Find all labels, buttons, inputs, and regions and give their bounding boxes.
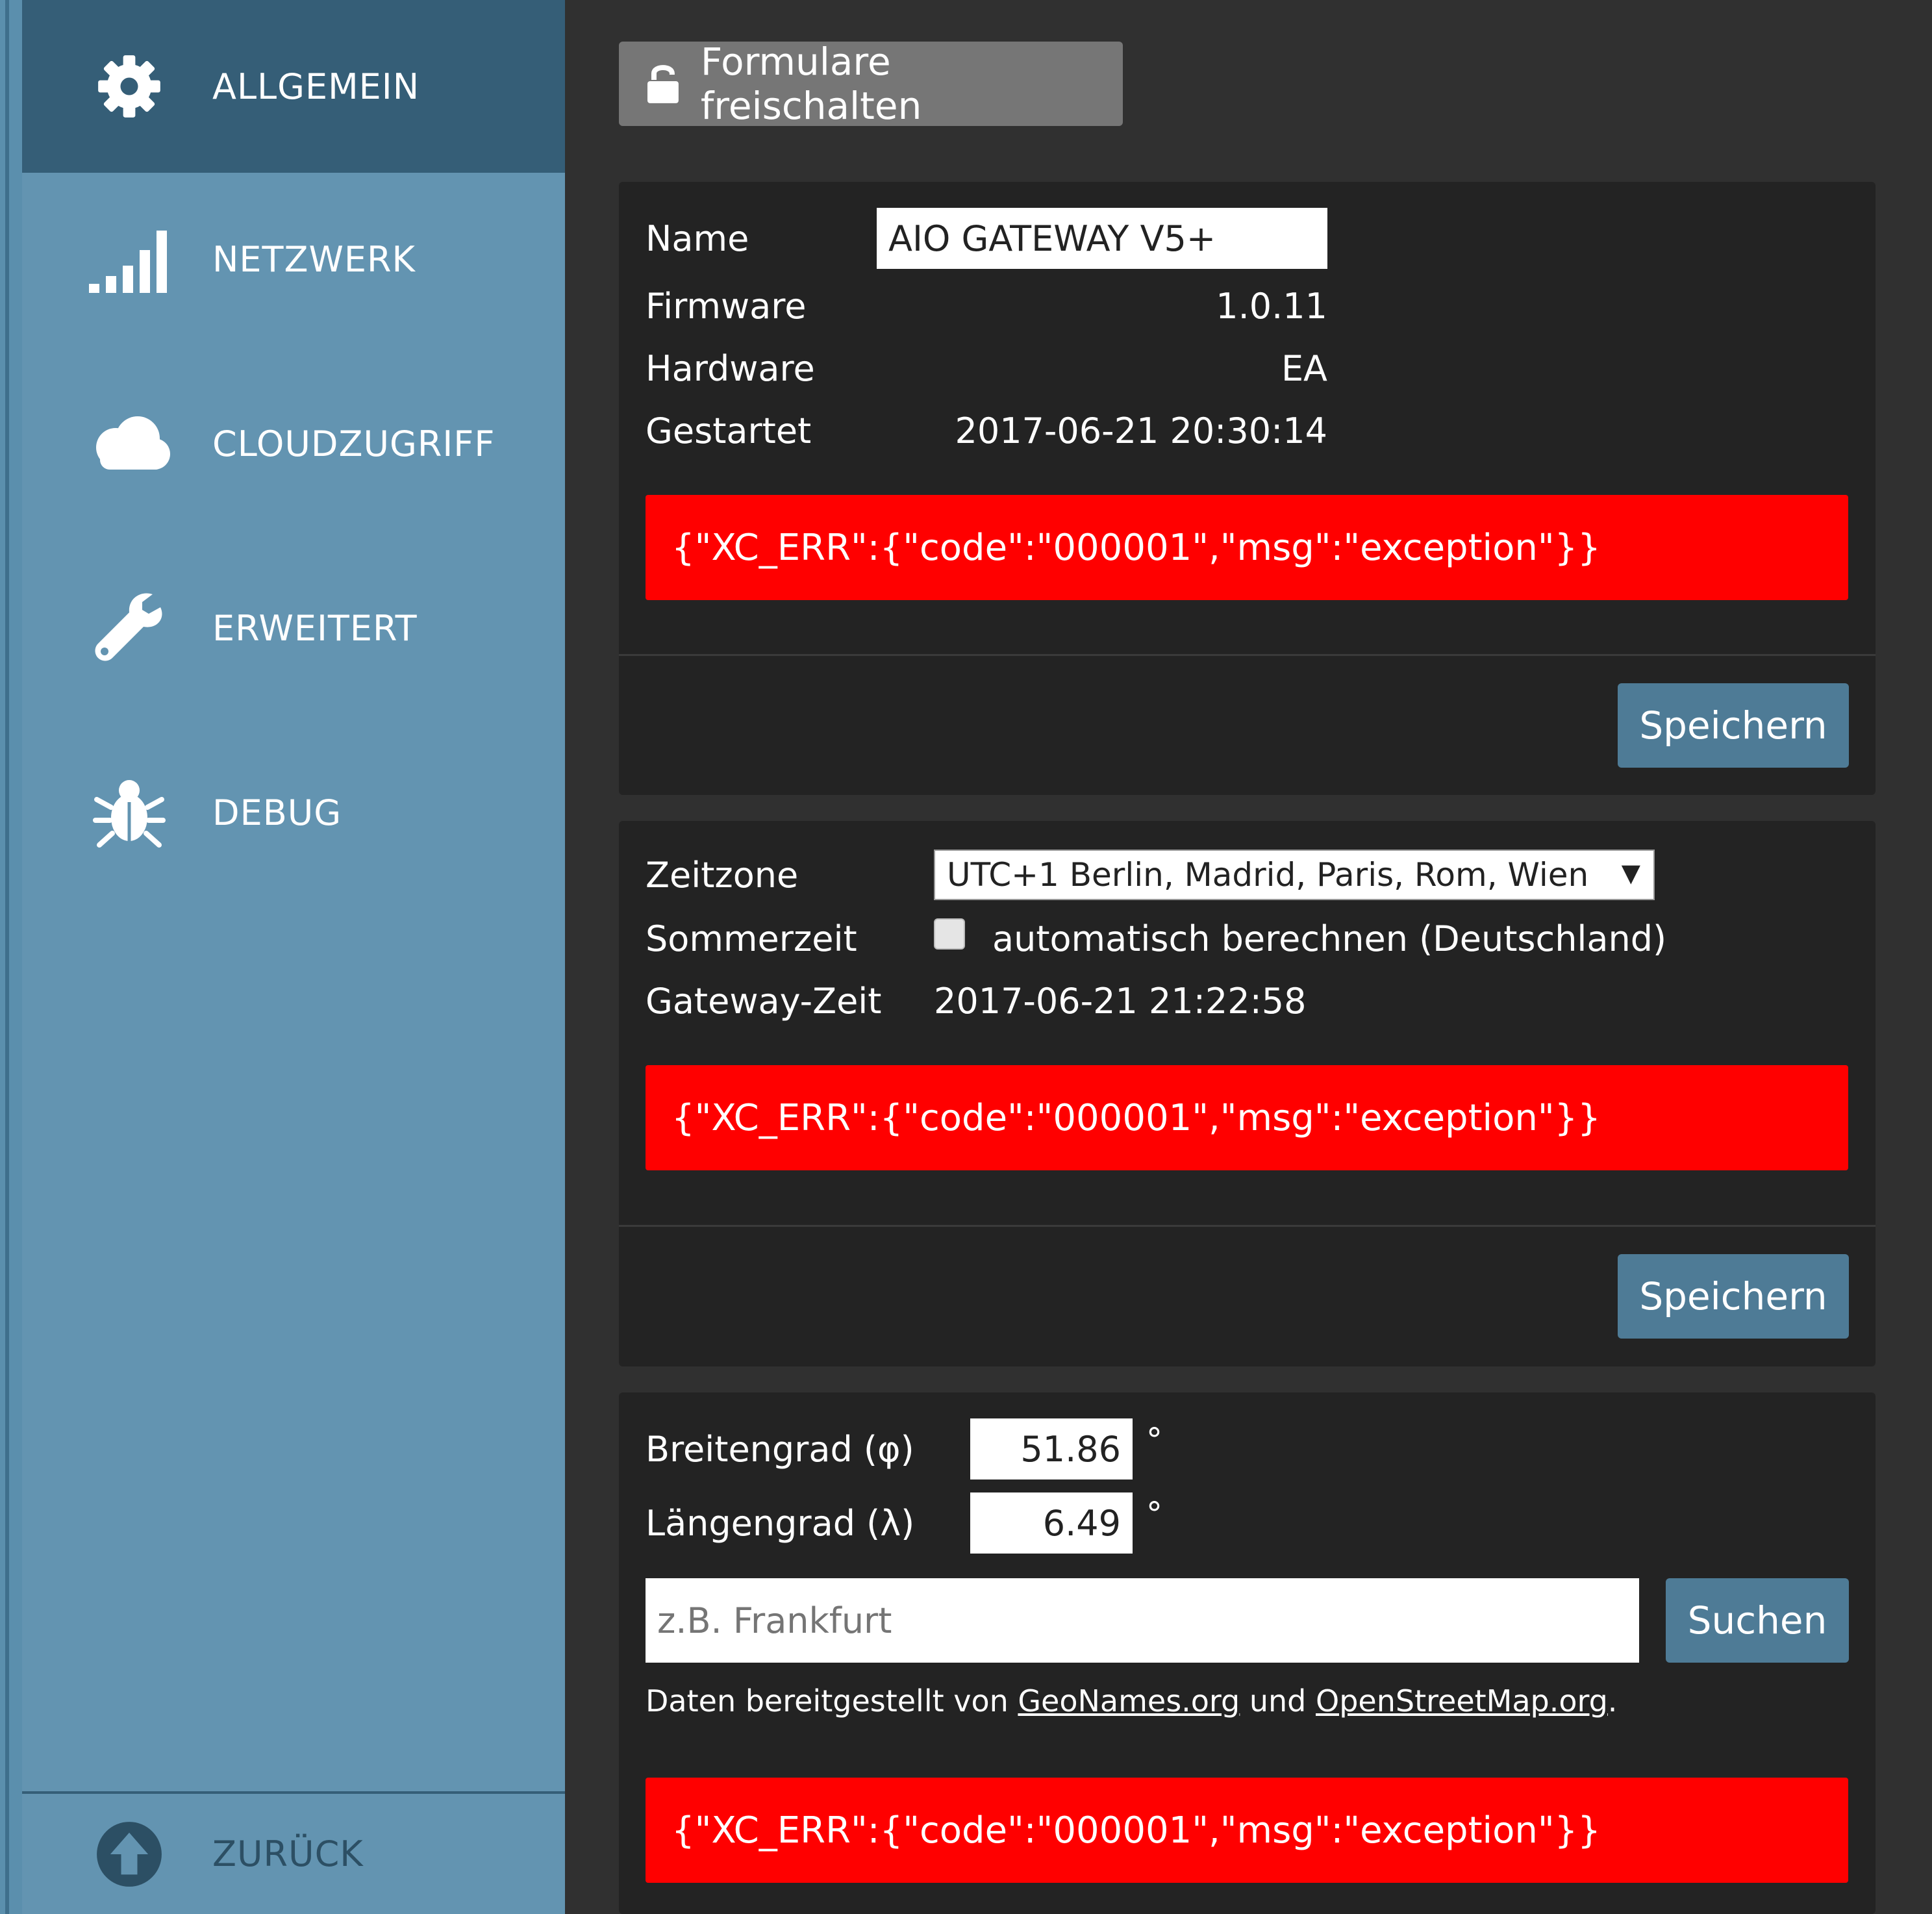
unlock-forms-label: Formulare freischalten: [700, 40, 922, 128]
credit-prefix: Daten bereitgestellt von: [646, 1683, 1018, 1719]
sidebar-item-debug[interactable]: DEBUG: [22, 726, 565, 899]
longitude-degree-unit: °: [1146, 1495, 1162, 1533]
firmware-label: Firmware: [646, 286, 807, 327]
dst-checkbox[interactable]: [934, 918, 965, 950]
sidebar-back-label: ZURÜCK: [212, 1833, 364, 1874]
cloud-icon: [84, 398, 175, 489]
data-credit: Daten bereitgestellt von GeoNames.org un…: [646, 1683, 1617, 1719]
location-search-button[interactable]: Suchen: [1666, 1578, 1849, 1663]
started-label: Gestartet: [646, 410, 812, 451]
signal-bars-icon: [84, 214, 175, 305]
device-error-message: {"XC_ERR":{"code":"000001","msg":"except…: [646, 495, 1848, 600]
location-error-message: {"XC_ERR":{"code":"000001","msg":"except…: [646, 1778, 1848, 1883]
time-panel-footer: Speichern: [619, 1225, 1876, 1366]
sidebar-item-label: NETZWERK: [212, 238, 416, 280]
sidebar-item-erweitert[interactable]: ERWEITERT: [22, 542, 565, 714]
longitude-input[interactable]: [970, 1492, 1133, 1554]
dst-label: Sommerzeit: [646, 918, 857, 959]
sidebar-item-label: CLOUDZUGRIFF: [212, 423, 496, 464]
unlock-forms-button[interactable]: Formulare freischalten: [619, 40, 1123, 128]
geonames-link[interactable]: GeoNames.org: [1018, 1683, 1240, 1719]
hardware-label: Hardware: [646, 348, 815, 389]
timezone-selected-value: UTC+1 Berlin, Madrid, Paris, Rom, Wien: [947, 856, 1589, 894]
location-panel: Breitengrad (φ) ° Längengrad (λ) ° Suche…: [619, 1392, 1876, 1914]
arrow-up-circle-icon: [87, 1812, 171, 1896]
sidebar-item-label: ALLGEMEIN: [212, 66, 420, 107]
device-panel-footer: Speichern: [619, 654, 1876, 795]
window-edge: [0, 0, 22, 1914]
sidebar: ALLGEMEIN NETZWERK CLOUDZUGRIFF ERWEITER…: [22, 0, 565, 1914]
sidebar-item-label: DEBUG: [212, 792, 342, 833]
latitude-input[interactable]: [970, 1418, 1133, 1480]
started-value: 2017-06-21 20:30:14: [955, 410, 1327, 451]
hardware-value: EA: [1281, 348, 1327, 389]
sidebar-item-cloudzugriff[interactable]: CLOUDZUGRIFF: [22, 357, 565, 530]
device-save-button[interactable]: Speichern: [1618, 683, 1849, 768]
timezone-label: Zeitzone: [646, 855, 799, 896]
location-search-input[interactable]: [646, 1578, 1639, 1663]
time-panel: Zeitzone UTC+1 Berlin, Madrid, Paris, Ro…: [619, 821, 1876, 1366]
wrench-icon: [84, 583, 175, 674]
openstreetmap-link[interactable]: OpenStreetMap.org: [1316, 1683, 1608, 1719]
latitude-label: Breitengrad (φ): [646, 1429, 914, 1470]
timezone-select[interactable]: UTC+1 Berlin, Madrid, Paris, Rom, Wien ▼: [934, 850, 1655, 900]
gateway-time-value: 2017-06-21 21:22:58: [934, 981, 1307, 1022]
unlock-icon: [647, 65, 679, 103]
name-input[interactable]: [877, 208, 1327, 269]
name-label: Name: [646, 218, 749, 259]
dropdown-arrow-icon: ▼: [1621, 859, 1640, 887]
bug-icon: [84, 767, 175, 858]
credit-suffix: .: [1607, 1683, 1618, 1719]
gear-icon: [84, 41, 175, 132]
sidebar-item-allgemein[interactable]: ALLGEMEIN: [22, 0, 565, 173]
sidebar-item-netzwerk[interactable]: NETZWERK: [22, 173, 565, 346]
device-info-panel: Name Firmware 1.0.11 Hardware EA Gestart…: [619, 182, 1876, 795]
gateway-time-label: Gateway-Zeit: [646, 981, 882, 1022]
sidebar-item-label: ERWEITERT: [212, 607, 418, 649]
latitude-degree-unit: °: [1146, 1421, 1162, 1459]
dst-checkbox-label: automatisch berechnen (Deutschland): [992, 918, 1667, 959]
time-save-button[interactable]: Speichern: [1618, 1254, 1849, 1339]
time-error-message: {"XC_ERR":{"code":"000001","msg":"except…: [646, 1065, 1848, 1170]
credit-mid: und: [1240, 1683, 1316, 1719]
firmware-value: 1.0.11: [1216, 286, 1327, 327]
sidebar-back-button[interactable]: ZURÜCK: [22, 1791, 565, 1914]
longitude-label: Längengrad (λ): [646, 1503, 915, 1544]
